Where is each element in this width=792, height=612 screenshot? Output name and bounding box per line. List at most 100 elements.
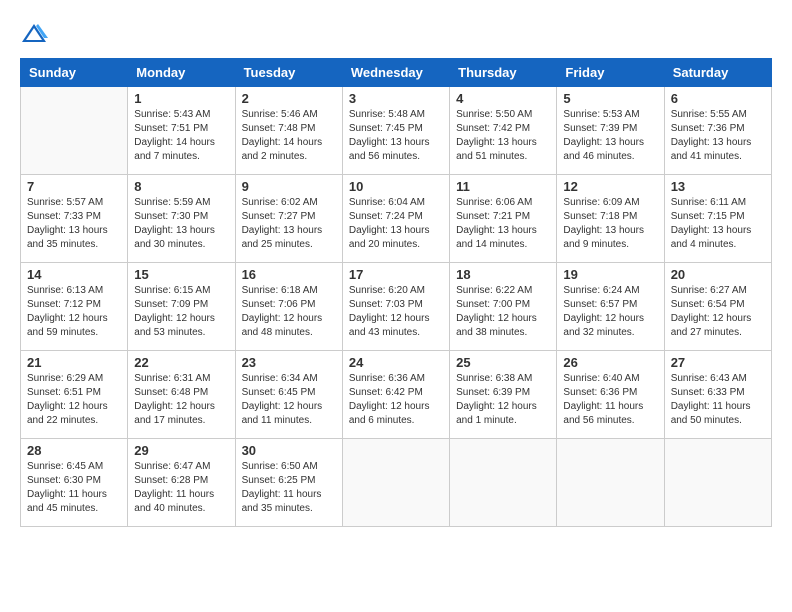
day-info: Sunrise: 6:36 AMSunset: 6:42 PMDaylight:…: [349, 372, 443, 428]
calendar-week-3: 14 Sunrise: 6:13 AMSunset: 7:12 PMDayligh…: [21, 263, 772, 351]
day-number: 25: [456, 355, 550, 370]
day-number: 27: [671, 355, 765, 370]
calendar-cell: 12 Sunrise: 6:09 AMSunset: 7:18 PMDayligh…: [557, 175, 664, 263]
logo: [20, 20, 52, 48]
calendar-cell: [450, 439, 557, 527]
calendar-cell: 29 Sunrise: 6:47 AMSunset: 6:28 PMDayligh…: [128, 439, 235, 527]
day-number: 26: [563, 355, 657, 370]
weekday-header-wednesday: Wednesday: [342, 59, 449, 87]
day-number: 24: [349, 355, 443, 370]
calendar-cell: 15 Sunrise: 6:15 AMSunset: 7:09 PMDayligh…: [128, 263, 235, 351]
calendar-cell: 6 Sunrise: 5:55 AMSunset: 7:36 PMDaylight…: [664, 87, 771, 175]
calendar-week-2: 7 Sunrise: 5:57 AMSunset: 7:33 PMDaylight…: [21, 175, 772, 263]
day-number: 3: [349, 91, 443, 106]
calendar-cell: 22 Sunrise: 6:31 AMSunset: 6:48 PMDayligh…: [128, 351, 235, 439]
day-number: 20: [671, 267, 765, 282]
calendar-cell: 13 Sunrise: 6:11 AMSunset: 7:15 PMDayligh…: [664, 175, 771, 263]
day-info: Sunrise: 6:15 AMSunset: 7:09 PMDaylight:…: [134, 284, 228, 340]
calendar-cell: 23 Sunrise: 6:34 AMSunset: 6:45 PMDayligh…: [235, 351, 342, 439]
calendar-cell: 20Sunrise: 6:27 AMSunset: 6:54 PMDayligh…: [664, 263, 771, 351]
day-number: 23: [242, 355, 336, 370]
day-info: Sunrise: 6:47 AMSunset: 6:28 PMDaylight:…: [134, 460, 228, 516]
day-info: Sunrise: 6:40 AMSunset: 6:36 PMDaylight:…: [563, 372, 657, 428]
day-info: Sunrise: 6:45 AMSunset: 6:30 PMDaylight:…: [27, 460, 121, 516]
day-number: 11: [456, 179, 550, 194]
day-info: Sunrise: 6:31 AMSunset: 6:48 PMDaylight:…: [134, 372, 228, 428]
day-info: Sunrise: 6:09 AMSunset: 7:18 PMDaylight:…: [563, 196, 657, 252]
day-number: 12: [563, 179, 657, 194]
calendar-cell: 27 Sunrise: 6:43 AMSunset: 6:33 PMDayligh…: [664, 351, 771, 439]
day-info: Sunrise: 5:53 AMSunset: 7:39 PMDaylight:…: [563, 108, 657, 164]
calendar-cell: 24 Sunrise: 6:36 AMSunset: 6:42 PMDayligh…: [342, 351, 449, 439]
day-info: Sunrise: 5:57 AMSunset: 7:33 PMDaylight:…: [27, 196, 121, 252]
day-number: 21: [27, 355, 121, 370]
calendar-cell: 28 Sunrise: 6:45 AMSunset: 6:30 PMDayligh…: [21, 439, 128, 527]
calendar-cell: 3 Sunrise: 5:48 AMSunset: 7:45 PMDaylight…: [342, 87, 449, 175]
weekday-header-row: SundayMondayTuesdayWednesdayThursdayFrid…: [21, 59, 772, 87]
day-number: 28: [27, 443, 121, 458]
day-number: 17: [349, 267, 443, 282]
day-number: 6: [671, 91, 765, 106]
day-info: Sunrise: 6:18 AMSunset: 7:06 PMDaylight:…: [242, 284, 336, 340]
calendar-week-5: 28 Sunrise: 6:45 AMSunset: 6:30 PMDayligh…: [21, 439, 772, 527]
weekday-header-sunday: Sunday: [21, 59, 128, 87]
calendar-cell: 1 Sunrise: 5:43 AMSunset: 7:51 PMDaylight…: [128, 87, 235, 175]
calendar-cell: 7 Sunrise: 5:57 AMSunset: 7:33 PMDaylight…: [21, 175, 128, 263]
weekday-header-saturday: Saturday: [664, 59, 771, 87]
calendar-cell: 14 Sunrise: 6:13 AMSunset: 7:12 PMDayligh…: [21, 263, 128, 351]
day-info: Sunrise: 6:11 AMSunset: 7:15 PMDaylight:…: [671, 196, 765, 252]
day-info: Sunrise: 6:38 AMSunset: 6:39 PMDaylight:…: [456, 372, 550, 428]
day-number: 2: [242, 91, 336, 106]
day-info: Sunrise: 6:29 AMSunset: 6:51 PMDaylight:…: [27, 372, 121, 428]
day-number: 9: [242, 179, 336, 194]
day-info: Sunrise: 5:55 AMSunset: 7:36 PMDaylight:…: [671, 108, 765, 164]
day-number: 8: [134, 179, 228, 194]
calendar-cell: 5 Sunrise: 5:53 AMSunset: 7:39 PMDaylight…: [557, 87, 664, 175]
weekday-header-thursday: Thursday: [450, 59, 557, 87]
day-info: Sunrise: 5:50 AMSunset: 7:42 PMDaylight:…: [456, 108, 550, 164]
day-number: 1: [134, 91, 228, 106]
day-info: Sunrise: 5:48 AMSunset: 7:45 PMDaylight:…: [349, 108, 443, 164]
calendar-cell: 9 Sunrise: 6:02 AMSunset: 7:27 PMDaylight…: [235, 175, 342, 263]
day-info: Sunrise: 6:06 AMSunset: 7:21 PMDaylight:…: [456, 196, 550, 252]
calendar-week-1: 1 Sunrise: 5:43 AMSunset: 7:51 PMDaylight…: [21, 87, 772, 175]
calendar-cell: 16Sunrise: 6:18 AMSunset: 7:06 PMDayligh…: [235, 263, 342, 351]
calendar-cell: 30Sunrise: 6:50 AMSunset: 6:25 PMDayligh…: [235, 439, 342, 527]
day-info: Sunrise: 6:20 AMSunset: 7:03 PMDaylight:…: [349, 284, 443, 340]
day-number: 4: [456, 91, 550, 106]
calendar-cell: 19 Sunrise: 6:24 AMSunset: 6:57 PMDayligh…: [557, 263, 664, 351]
calendar-cell: 10Sunrise: 6:04 AMSunset: 7:24 PMDayligh…: [342, 175, 449, 263]
calendar-cell: 2Sunrise: 5:46 AMSunset: 7:48 PMDaylight…: [235, 87, 342, 175]
calendar-cell: 25 Sunrise: 6:38 AMSunset: 6:39 PMDayligh…: [450, 351, 557, 439]
day-number: 14: [27, 267, 121, 282]
calendar-cell: 11 Sunrise: 6:06 AMSunset: 7:21 PMDayligh…: [450, 175, 557, 263]
day-number: 13: [671, 179, 765, 194]
day-number: 5: [563, 91, 657, 106]
day-number: 29: [134, 443, 228, 458]
day-info: Sunrise: 6:43 AMSunset: 6:33 PMDaylight:…: [671, 372, 765, 428]
day-info: Sunrise: 6:24 AMSunset: 6:57 PMDaylight:…: [563, 284, 657, 340]
calendar-cell: 26 Sunrise: 6:40 AMSunset: 6:36 PMDayligh…: [557, 351, 664, 439]
calendar-cell: 17 Sunrise: 6:20 AMSunset: 7:03 PMDayligh…: [342, 263, 449, 351]
weekday-header-monday: Monday: [128, 59, 235, 87]
day-info: Sunrise: 6:02 AMSunset: 7:27 PMDaylight:…: [242, 196, 336, 252]
calendar-cell: 21 Sunrise: 6:29 AMSunset: 6:51 PMDayligh…: [21, 351, 128, 439]
day-info: Sunrise: 5:59 AMSunset: 7:30 PMDaylight:…: [134, 196, 228, 252]
calendar-cell: [342, 439, 449, 527]
day-number: 22: [134, 355, 228, 370]
calendar-cell: [664, 439, 771, 527]
weekday-header-friday: Friday: [557, 59, 664, 87]
calendar-week-4: 21 Sunrise: 6:29 AMSunset: 6:51 PMDayligh…: [21, 351, 772, 439]
weekday-header-tuesday: Tuesday: [235, 59, 342, 87]
calendar-cell: [21, 87, 128, 175]
day-info: Sunrise: 6:34 AMSunset: 6:45 PMDaylight:…: [242, 372, 336, 428]
day-info: Sunrise: 6:22 AMSunset: 7:00 PMDaylight:…: [456, 284, 550, 340]
day-number: 7: [27, 179, 121, 194]
day-number: 10: [349, 179, 443, 194]
day-info: Sunrise: 6:13 AMSunset: 7:12 PMDaylight:…: [27, 284, 121, 340]
day-number: 19: [563, 267, 657, 282]
calendar: SundayMondayTuesdayWednesdayThursdayFrid…: [20, 58, 772, 527]
day-info: Sunrise: 5:43 AMSunset: 7:51 PMDaylight:…: [134, 108, 228, 164]
day-number: 18: [456, 267, 550, 282]
day-number: 15: [134, 267, 228, 282]
